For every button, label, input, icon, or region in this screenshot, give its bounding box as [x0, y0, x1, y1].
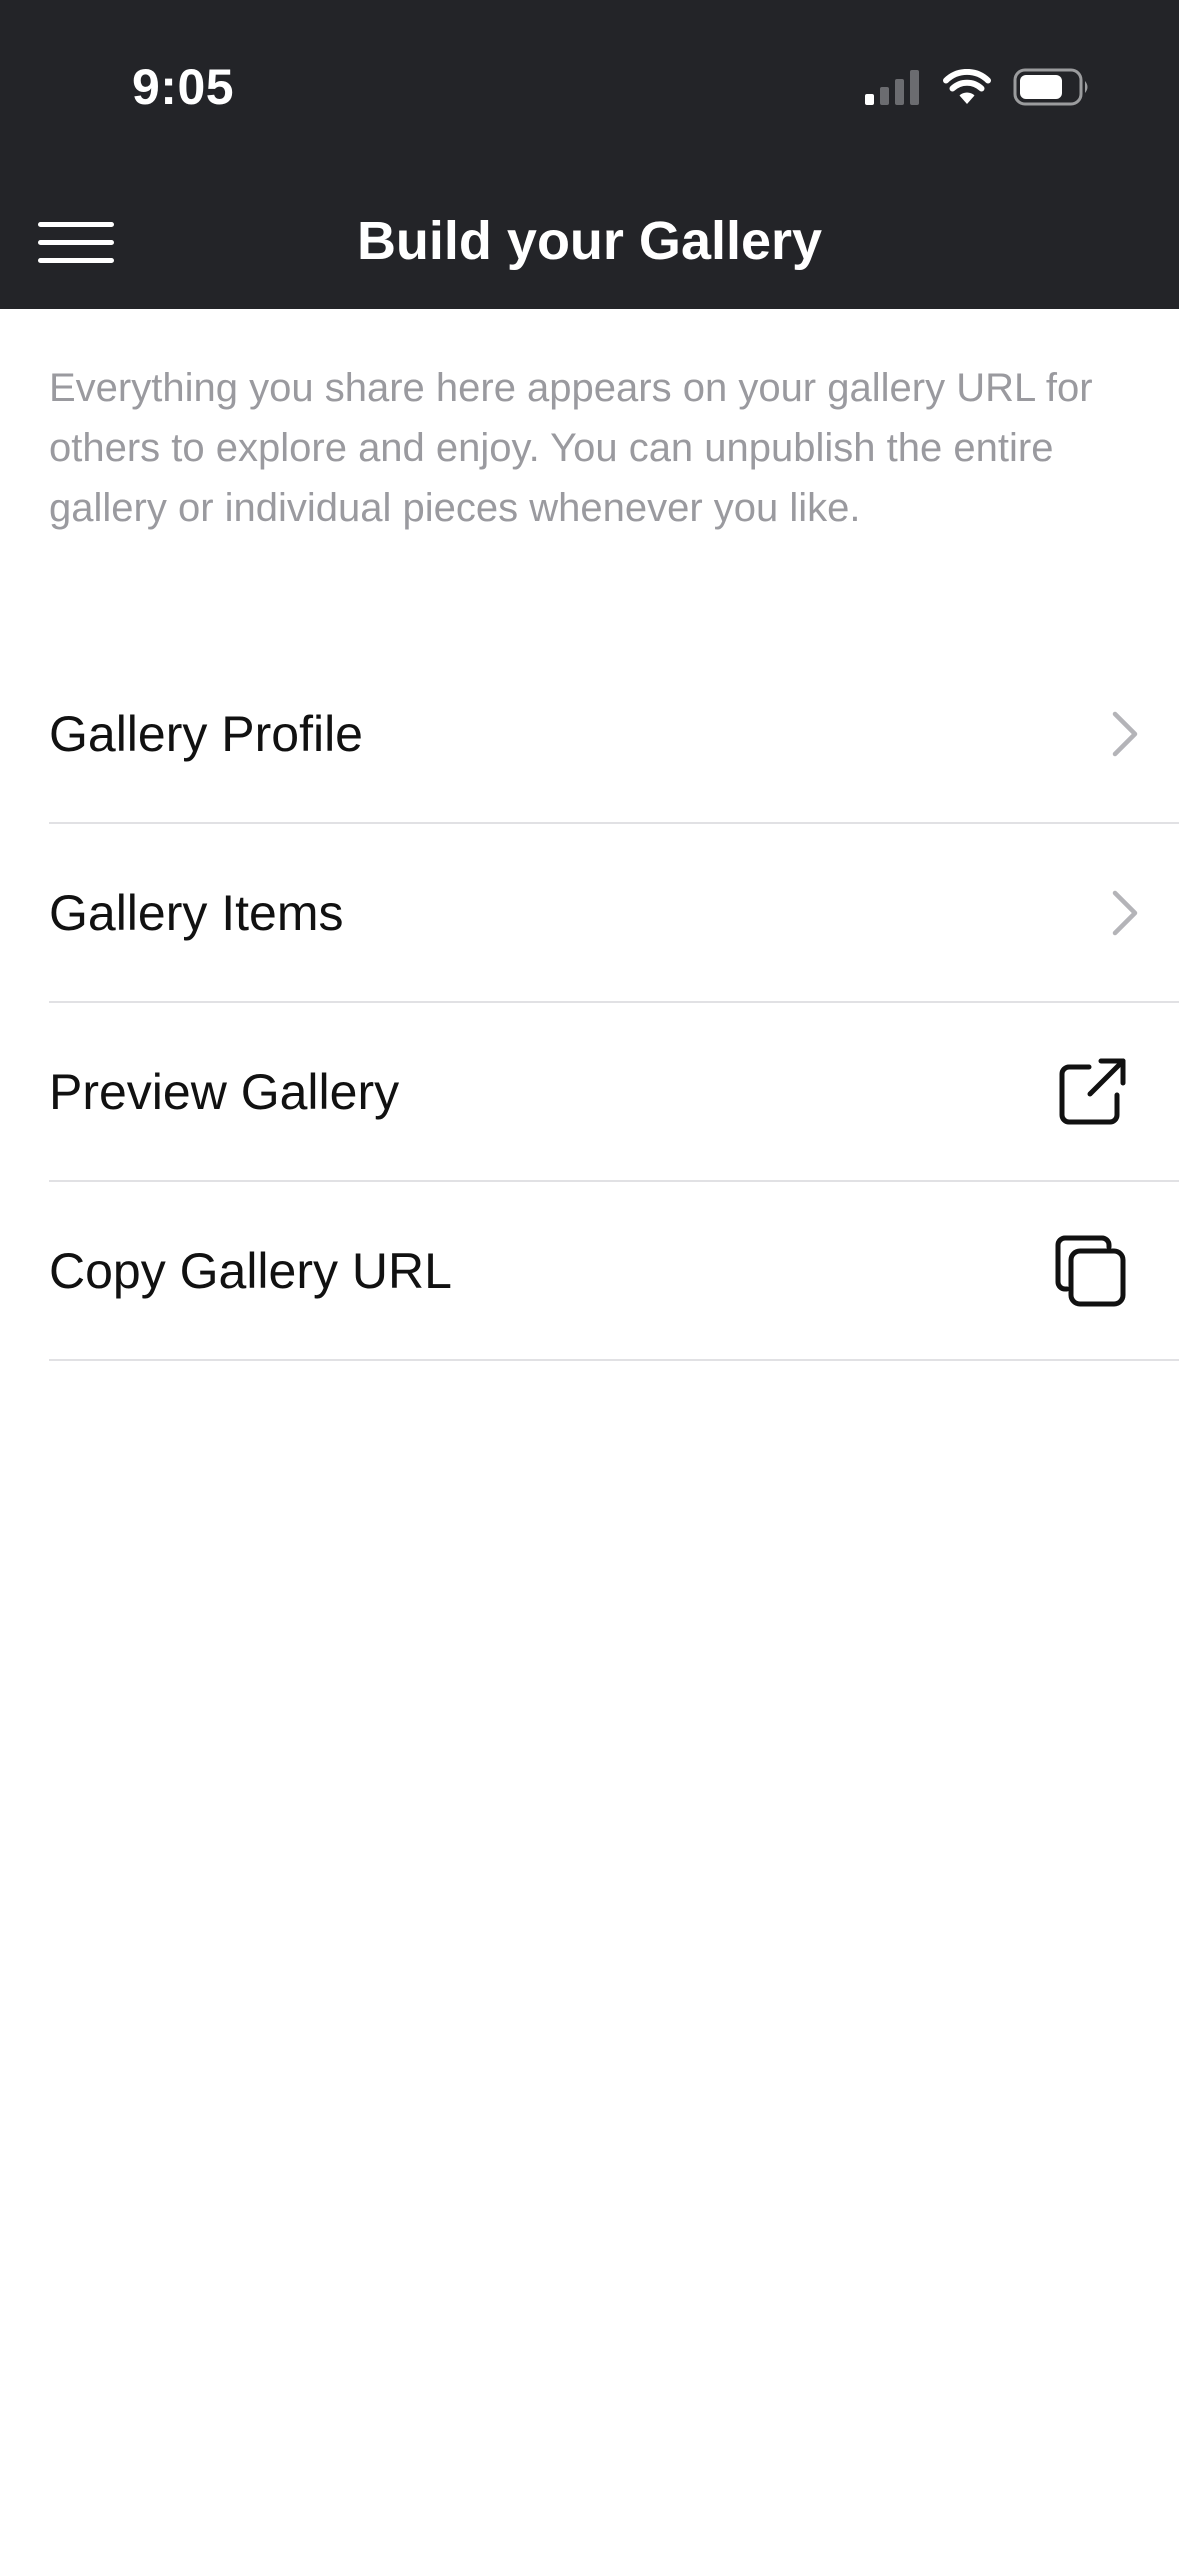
copy-icon [1055, 1235, 1127, 1307]
wifi-icon [943, 69, 991, 104]
status-time: 9:05 [132, 59, 235, 115]
external-link-icon [1057, 1057, 1127, 1127]
cellular-signal-icon [865, 70, 919, 105]
header: 9:05 Build your Gallery [0, 0, 1179, 309]
chevron-right-icon [1111, 889, 1139, 937]
copy-gallery-url-row[interactable]: Copy Gallery URL [49, 1182, 1179, 1361]
preview-gallery-label: Preview Gallery [49, 1064, 400, 1120]
battery-icon [1013, 68, 1088, 106]
gallery-items-label: Gallery Items [49, 885, 344, 941]
preview-gallery-row[interactable]: Preview Gallery [49, 1003, 1179, 1182]
page-title: Build your Gallery [356, 211, 823, 271]
gallery-profile-label: Gallery Profile [49, 706, 363, 762]
copy-gallery-url-label: Copy Gallery URL [49, 1243, 452, 1299]
gallery-items-row[interactable]: Gallery Items [49, 824, 1179, 1003]
gallery-profile-row[interactable]: Gallery Profile [49, 645, 1179, 824]
status-icons [865, 64, 1091, 110]
gallery-screen: 9:05 Build your Gallery Everything you s… [0, 0, 1179, 2556]
chevron-right-icon [1111, 710, 1139, 758]
gallery-menu-list: Gallery Profile Gallery Items Preview Ga… [49, 645, 1179, 1361]
gallery-description: Everything you share here appears on you… [49, 366, 1093, 530]
